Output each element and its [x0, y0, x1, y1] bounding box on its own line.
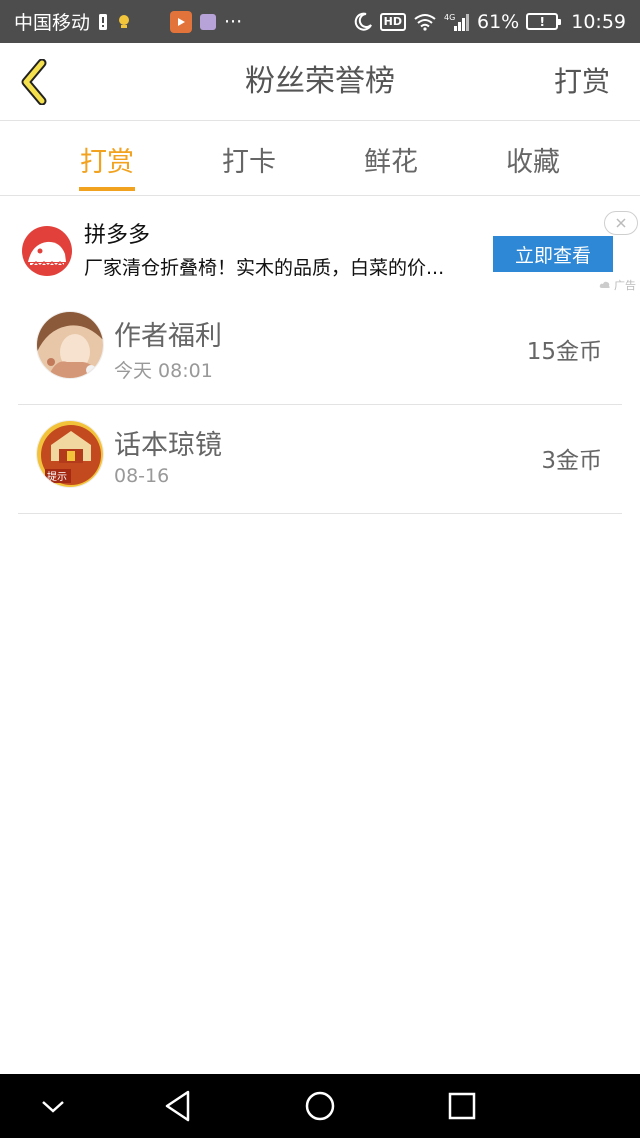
ad-mark: 广告	[599, 277, 636, 293]
ad-description: 厂家清仓折叠椅！实木的品质，白菜的价...	[84, 257, 445, 279]
wifi-icon	[413, 13, 437, 31]
list-item[interactable]: 作者福利 今天 08:01 15金币	[18, 296, 622, 405]
reward-button[interactable]: 打赏	[554, 43, 610, 121]
cloud-icon	[599, 281, 610, 288]
item-time: 08-16	[114, 465, 170, 487]
system-nav-bar	[0, 1074, 640, 1138]
item-name: 话本琼镜	[114, 430, 222, 461]
tab-checkin[interactable]: 打卡	[178, 122, 320, 196]
close-icon	[616, 218, 626, 228]
app-notification-icon	[200, 13, 217, 30]
svg-text:4G: 4G	[444, 13, 455, 22]
ad-banner[interactable]: 拼多多 厂家清仓折叠椅！实木的品质，白菜的价... 立即查看 广告	[0, 197, 640, 295]
item-amount: 3金币	[541, 448, 602, 474]
avatar: 提示	[36, 420, 104, 488]
moon-icon	[353, 12, 373, 32]
avatar	[36, 311, 104, 379]
advertiser-logo	[22, 226, 72, 276]
svg-text:提示: 提示	[47, 471, 67, 483]
triangle-back-icon	[165, 1090, 190, 1122]
nav-recents-button[interactable]	[430, 1074, 494, 1138]
item-time: 今天 08:01	[114, 360, 213, 382]
ad-mark-label: 广告	[614, 279, 636, 292]
battery-icon: !	[526, 13, 562, 30]
tab-bar: 打赏 打卡 鲜花 收藏	[0, 122, 640, 196]
item-amount: 15金币	[526, 339, 602, 365]
page-title: 粉丝荣誉榜	[245, 64, 395, 99]
nav-back-button[interactable]	[146, 1074, 210, 1138]
ad-advertiser-name: 拼多多	[84, 223, 151, 248]
item-name: 作者福利	[114, 321, 222, 352]
sim-alert-icon	[98, 13, 108, 31]
tab-flowers[interactable]: 鲜花	[320, 122, 462, 196]
title-bar: 粉丝荣誉榜 打赏	[0, 43, 640, 121]
hd-icon: HD	[379, 12, 406, 31]
tab-favorites[interactable]: 收藏	[462, 122, 604, 196]
ad-close-button[interactable]	[604, 211, 638, 235]
more-notifications-icon: ···	[224, 10, 243, 33]
video-app-icon	[170, 10, 193, 33]
lightbulb-icon	[116, 13, 132, 31]
chevron-down-icon	[42, 1101, 64, 1113]
square-recents-icon	[448, 1092, 476, 1120]
clock: 10:59	[571, 10, 626, 33]
battery-alert-glyph: !	[539, 14, 545, 29]
status-bar: 中国移动 ··· HD 4G 61% ! 10:59	[0, 0, 640, 43]
nav-hide-button[interactable]	[21, 1074, 85, 1138]
list-item[interactable]: 提示 话本琼镜 08-16 3金币	[18, 405, 622, 514]
reward-list: 作者福利 今天 08:01 15金币 提示 话本琼镜 08-16 3金币	[18, 296, 622, 514]
carrier-label: 中国移动	[14, 12, 91, 34]
nav-home-button[interactable]	[288, 1074, 352, 1138]
tab-reward[interactable]: 打赏	[36, 122, 178, 196]
ad-view-button[interactable]: 立即查看	[493, 236, 613, 272]
signal-icon: 4G	[444, 12, 470, 32]
circle-home-icon	[305, 1091, 335, 1121]
battery-percent: 61%	[477, 10, 520, 33]
